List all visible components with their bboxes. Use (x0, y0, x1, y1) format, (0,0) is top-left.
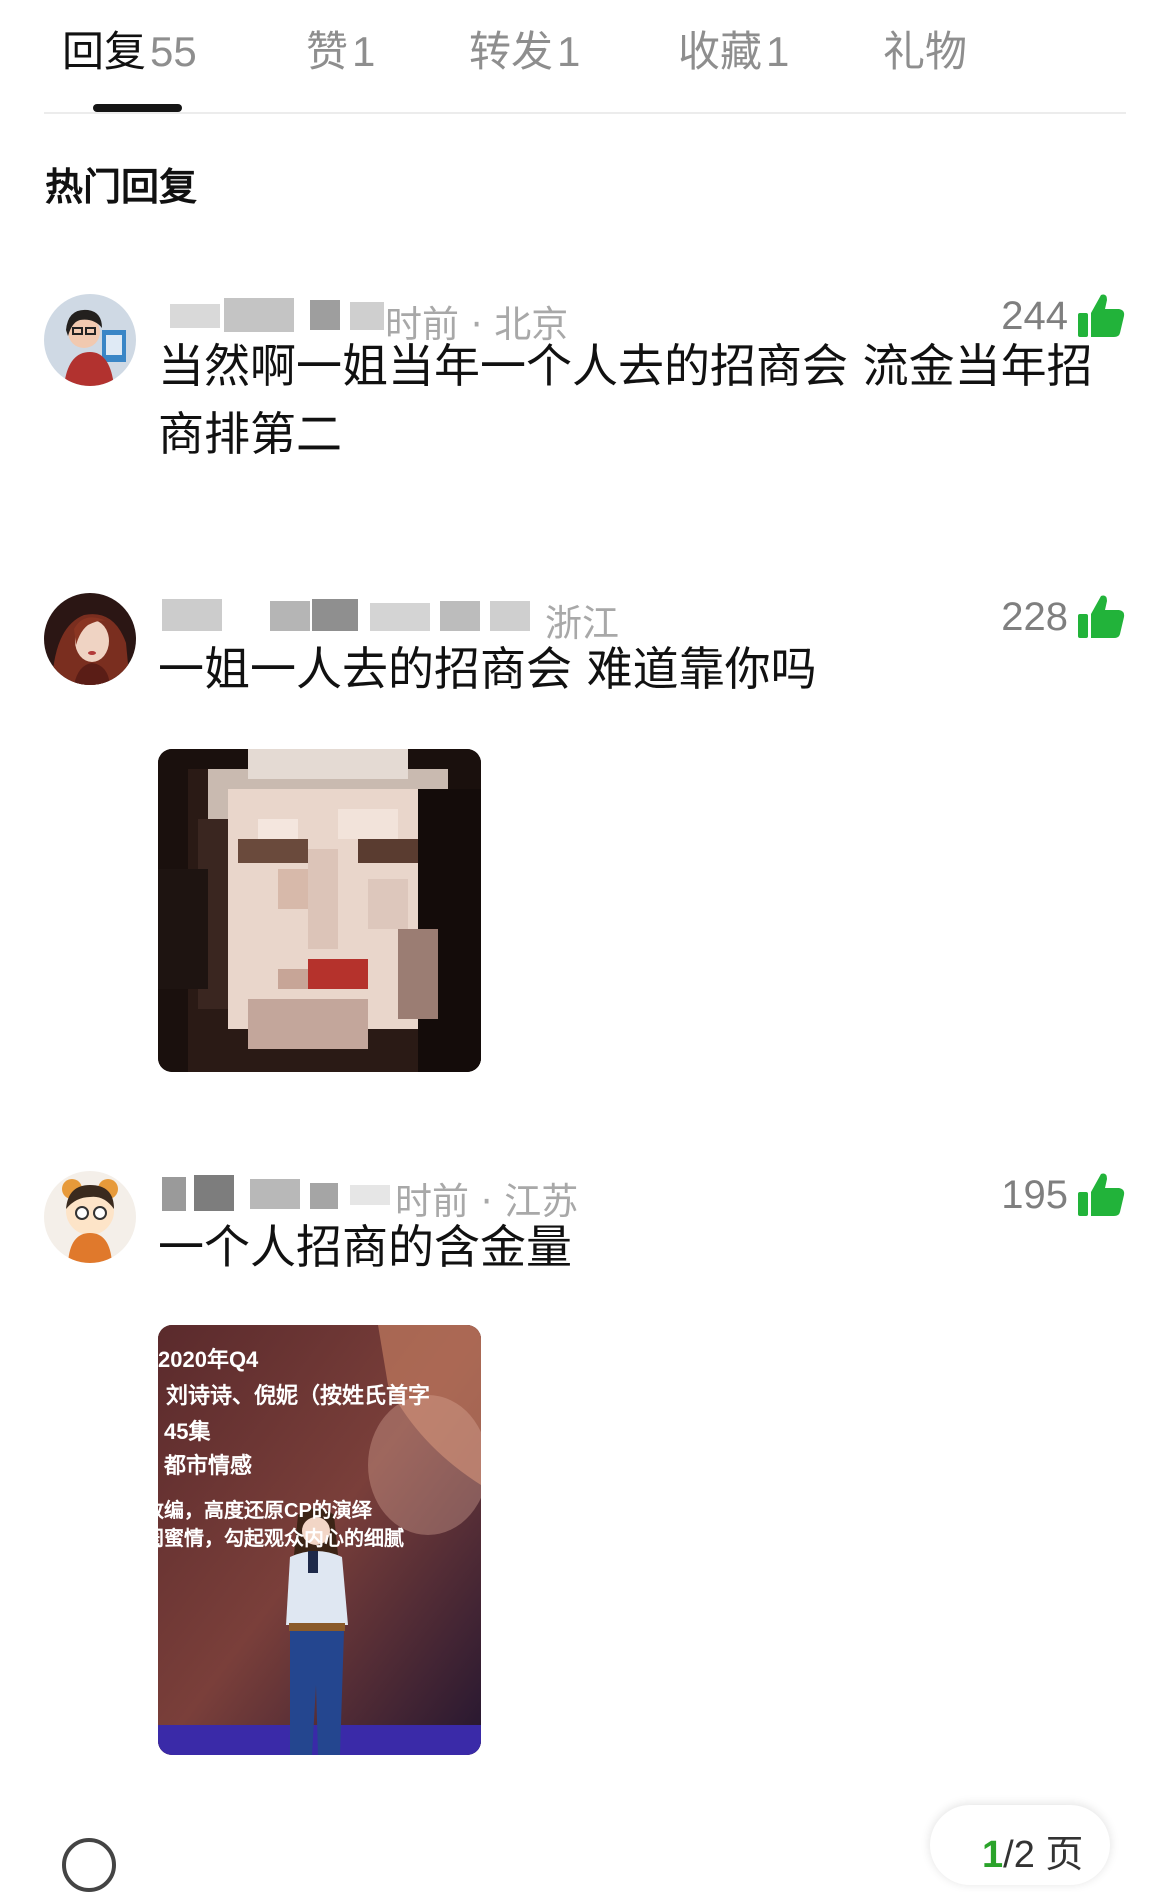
comment-text: 一姐一人去的招商会 难道靠你吗 (158, 642, 817, 696)
tab-label: 收藏 (678, 27, 763, 76)
tab-label: 赞 (306, 27, 349, 76)
tab-label: 回复 (62, 27, 147, 76)
comment-item: 时前 · 江苏 195 一个人招商的含金量 2020年Q4 刘诗诗、倪妮（按姓氏… (0, 1167, 1170, 1767)
image-text-line: 45集 (164, 1419, 211, 1444)
avatar-image (44, 593, 136, 685)
comment-item: 浙江 228 一姐一人去的招商会 难道靠你吗 (0, 583, 1170, 1083)
tab-gifts[interactable]: 礼物 (883, 18, 967, 79)
like-count: 195 (1001, 1172, 1068, 1217)
username-redacted (162, 599, 222, 631)
tab-count: 55 (150, 28, 197, 75)
image-text-line: 2020年Q4 (158, 1347, 259, 1372)
image-text-line: 刘诗诗、倪妮（按姓氏首字 (166, 1383, 430, 1408)
current-page: 1 (982, 1834, 1004, 1876)
comment-text: 一个人招商的含金量 (158, 1220, 572, 1274)
tab-count: 1 (557, 28, 581, 75)
tab-reposts[interactable]: 转发1 (469, 18, 580, 79)
event-stage-image: 2020年Q4 刘诗诗、倪妮（按姓氏首字 45集 都市情感 改编，高度还原CP的… (158, 1325, 481, 1755)
active-tab-indicator (93, 104, 182, 112)
tab-likes[interactable]: 赞1 (306, 18, 375, 79)
image-text-line: 都市情感 (163, 1453, 252, 1478)
reply-tabs: 回复55 赞1 转发1 收藏1 礼物 (0, 0, 1170, 114)
username-redacted (170, 304, 220, 328)
avatar[interactable] (44, 1171, 136, 1263)
comment-image-pixelated[interactable] (158, 749, 481, 1072)
like-count: 228 (1001, 594, 1068, 639)
tab-replies[interactable]: 回复55 (62, 18, 197, 79)
avatar-image (44, 1171, 136, 1263)
total-pages: /2 页 (1003, 1834, 1084, 1876)
avatar[interactable] (44, 593, 136, 685)
comment-item: 时前 · 北京 244 当然啊一姐当年一个人去的招商会 流金当年招商排第二 (0, 282, 1170, 522)
bottom-avatar-partial (62, 1838, 116, 1892)
tab-label: 礼物 (883, 27, 968, 76)
tab-favorites[interactable]: 收藏1 (678, 18, 789, 79)
avatar[interactable] (44, 294, 136, 386)
comment-meta: 时前 · 江苏 (160, 1171, 620, 1223)
page-indicator[interactable]: 1/2 页 (930, 1805, 1110, 1885)
image-text-line: 改编，高度还原CP的演绎 (158, 1498, 373, 1522)
avatar-image (44, 294, 136, 386)
comment-image-event-stage[interactable]: 2020年Q4 刘诗诗、倪妮（按姓氏首字 45集 都市情感 改编，高度还原CP的… (158, 1325, 481, 1755)
image-text-line: 闺蜜情，勾起观众内心的细腻 (158, 1526, 404, 1550)
comment-text: 当然啊一姐当年一个人去的招商会 流金当年招商排第二 (158, 339, 1093, 461)
page-indicator-text: 1/2 页 (982, 1823, 1083, 1878)
tabs-divider (44, 112, 1126, 114)
comment-meta: 浙江 (160, 593, 620, 645)
section-title-hot-replies: 热门回复 (45, 165, 198, 209)
username-redacted (162, 1177, 186, 1211)
pixelated-face-image (158, 749, 481, 1072)
tab-count: 1 (352, 28, 376, 75)
tab-count: 1 (766, 28, 790, 75)
tab-label: 转发 (469, 27, 554, 76)
